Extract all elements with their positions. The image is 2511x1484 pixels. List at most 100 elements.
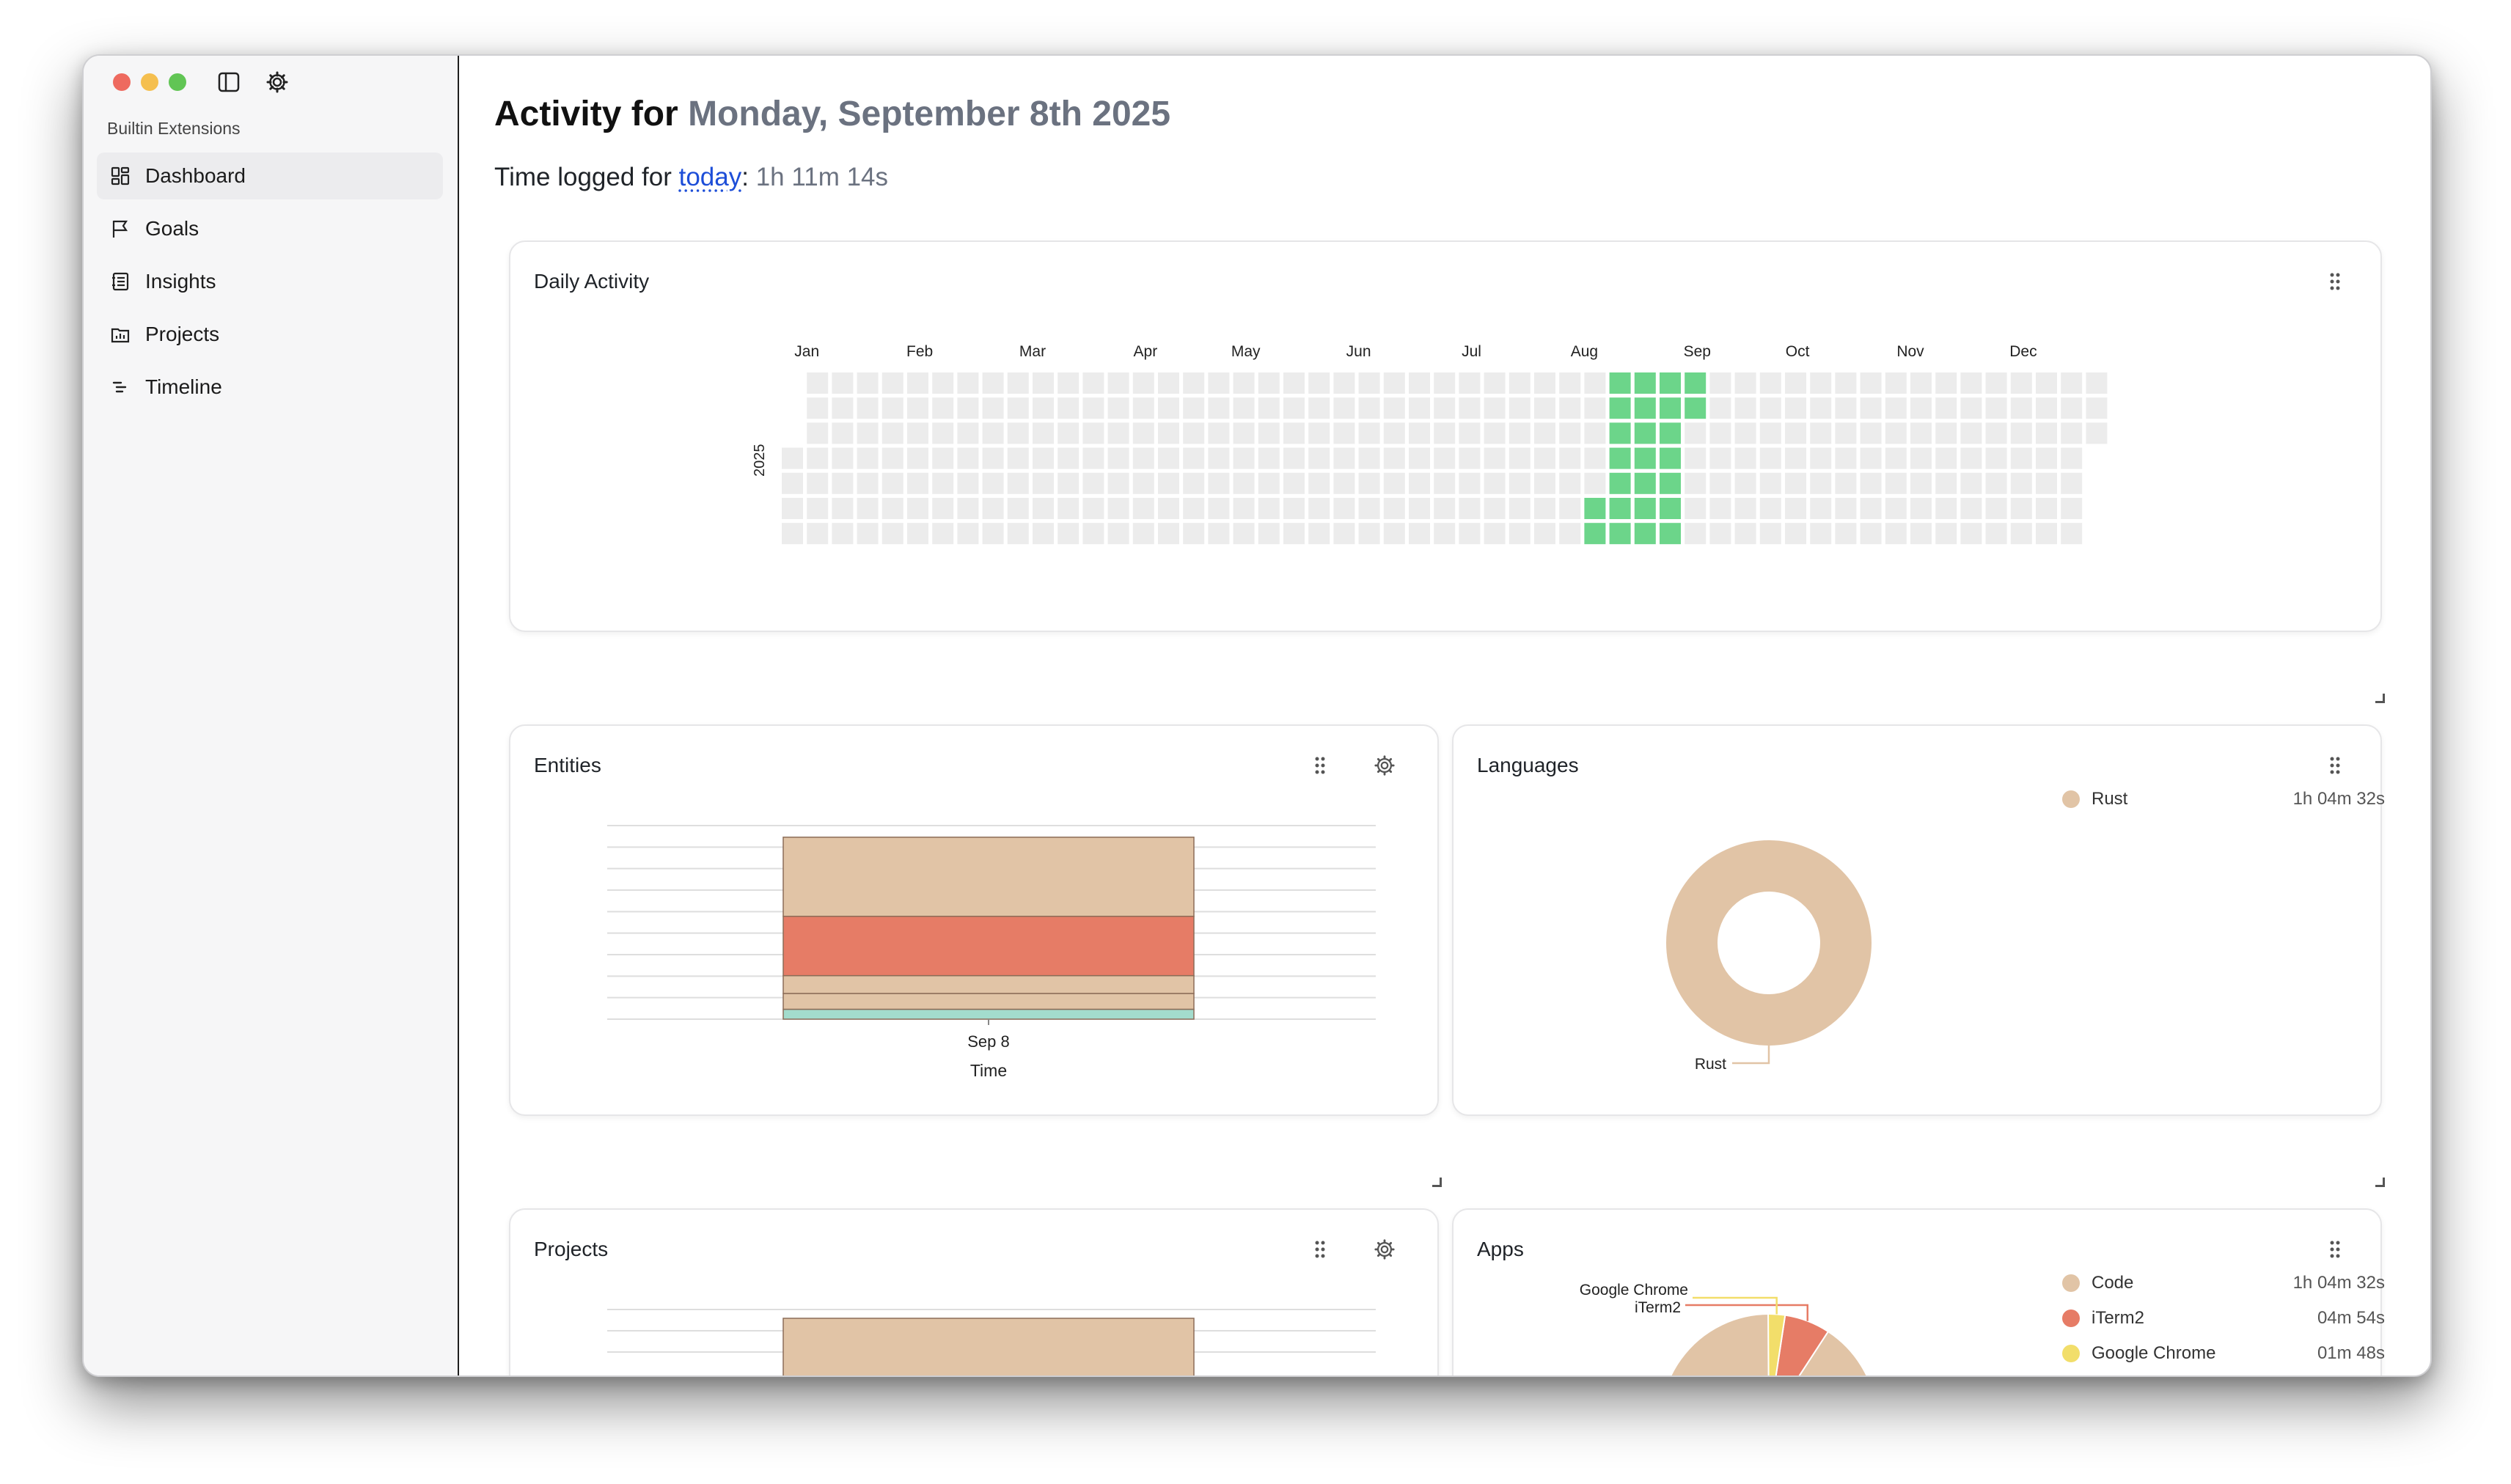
heatmap-month-label: Jan bbox=[794, 343, 819, 360]
heatmap-day-cell bbox=[1935, 422, 1957, 444]
heatmap-day-cell bbox=[1759, 422, 1781, 444]
heatmap-day-cell bbox=[1960, 422, 1982, 444]
sidebar-item-label: Timeline bbox=[145, 375, 222, 398]
heatmap-day-cell bbox=[1459, 372, 1481, 394]
settings-gear-icon[interactable] bbox=[263, 67, 292, 97]
heatmap-day-cell bbox=[832, 498, 854, 519]
resize-handle[interactable] bbox=[2375, 694, 2385, 703]
heatmap-day-cell bbox=[1308, 397, 1330, 419]
heatmap-day-cell bbox=[1960, 472, 1982, 494]
sidebar: Builtin Extensions Dashboard Goals Insig… bbox=[84, 56, 459, 1375]
heatmap-day-cell bbox=[857, 523, 879, 545]
slice-label: Rust bbox=[1695, 1056, 1726, 1073]
heatmap-day-cell bbox=[1383, 397, 1405, 419]
heatmap-day-cell bbox=[1660, 397, 1681, 419]
sidebar-item-projects[interactable]: Projects bbox=[97, 311, 443, 358]
heatmap-day-cell bbox=[1107, 523, 1129, 545]
sidebar-item-dashboard[interactable]: Dashboard bbox=[97, 153, 443, 199]
heatmap-day-cell bbox=[1283, 422, 1305, 444]
heatmap-day-cell bbox=[1258, 523, 1280, 545]
heatmap-day-cell bbox=[1308, 372, 1330, 394]
heatmap-day-cell bbox=[1660, 472, 1681, 494]
heatmap-day-cell bbox=[1333, 447, 1355, 469]
heatmap-day-cell bbox=[1383, 372, 1405, 394]
heatmap-day-cell bbox=[1734, 523, 1756, 545]
heatmap-day-cell bbox=[1434, 422, 1456, 444]
heatmap-day-cell bbox=[1509, 422, 1531, 444]
sidebar-toggle-icon[interactable] bbox=[214, 67, 243, 97]
minimize-window-button[interactable] bbox=[141, 73, 158, 91]
heatmap-day-cell bbox=[1233, 447, 1255, 469]
heatmap-day-cell bbox=[1057, 422, 1079, 444]
heatmap-day-cell bbox=[807, 447, 829, 469]
heatmap-day-cell bbox=[1509, 472, 1531, 494]
heatmap-day-cell bbox=[1584, 447, 1606, 469]
heatmap-day-cell bbox=[1183, 397, 1205, 419]
heatmap-day-cell bbox=[1283, 523, 1305, 545]
heatmap-day-cell bbox=[1082, 523, 1104, 545]
projects-card: Projects bbox=[509, 1208, 1439, 1375]
heatmap-day-cell bbox=[907, 498, 928, 519]
heatmap-day-cell bbox=[1785, 523, 1806, 545]
heatmap-day-cell bbox=[1785, 472, 1806, 494]
heatmap-day-cell bbox=[1358, 397, 1380, 419]
x-axis-label: Time bbox=[970, 1061, 1007, 1080]
heatmap-day-cell bbox=[1258, 498, 1280, 519]
heatmap-day-cell bbox=[1057, 523, 1079, 545]
heatmap-day-cell bbox=[1835, 523, 1857, 545]
heatmap-day-cell bbox=[1383, 447, 1405, 469]
heatmap-day-cell bbox=[1033, 397, 1054, 419]
heatmap-day-cell bbox=[982, 498, 1004, 519]
apps-card: Apps Code 1h 04m 32s iTerm2 04m 54s Goog… bbox=[1452, 1208, 2385, 1375]
heatmap-day-cell bbox=[1660, 523, 1681, 545]
sidebar-item-timeline[interactable]: Timeline bbox=[97, 364, 443, 411]
heatmap-day-cell bbox=[782, 498, 803, 519]
time-logged-label: Time logged for bbox=[494, 163, 672, 191]
heatmap-day-cell bbox=[857, 447, 879, 469]
heatmap-day-cell bbox=[1333, 472, 1355, 494]
heatmap-day-cell bbox=[1208, 397, 1230, 419]
heatmap-day-cell bbox=[1734, 372, 1756, 394]
heatmap-day-cell bbox=[1183, 498, 1205, 519]
bar-segment bbox=[782, 837, 1195, 917]
heatmap-day-cell bbox=[957, 372, 979, 394]
heatmap-day-cell bbox=[1810, 397, 1832, 419]
heatmap-day-cell bbox=[2010, 397, 2032, 419]
heatmap-day-cell bbox=[907, 447, 928, 469]
heatmap-day-cell bbox=[1634, 397, 1656, 419]
heatmap-day-cell bbox=[1107, 422, 1129, 444]
heatmap-day-cell bbox=[1660, 447, 1681, 469]
heatmap-day-cell bbox=[1308, 447, 1330, 469]
today-link[interactable]: today bbox=[679, 163, 742, 191]
heatmap-day-cell bbox=[1434, 372, 1456, 394]
heatmap-day-cell bbox=[1584, 372, 1606, 394]
heatmap-day-cell bbox=[907, 472, 928, 494]
maximize-window-button[interactable] bbox=[169, 73, 186, 91]
heatmap-day-cell bbox=[2061, 397, 2083, 419]
heatmap-day-cell bbox=[1860, 523, 1882, 545]
resize-handle[interactable] bbox=[2375, 1178, 2385, 1187]
heatmap-day-cell bbox=[1960, 397, 1982, 419]
heatmap-day-cell bbox=[1810, 372, 1832, 394]
heatmap-day-cell bbox=[957, 472, 979, 494]
heatmap-day-cell bbox=[807, 422, 829, 444]
heatmap-day-cell bbox=[1709, 372, 1731, 394]
heatmap-month-label: Mar bbox=[1019, 343, 1046, 360]
heatmap-day-cell bbox=[1082, 422, 1104, 444]
heatmap-day-cell bbox=[2061, 372, 2083, 394]
heatmap-day-cell bbox=[1333, 498, 1355, 519]
sidebar-item-goals[interactable]: Goals bbox=[97, 205, 443, 252]
flag-icon bbox=[112, 220, 128, 238]
heatmap-day-cell bbox=[1033, 498, 1054, 519]
heatmap-day-cell bbox=[1434, 523, 1456, 545]
close-window-button[interactable] bbox=[113, 73, 131, 91]
resize-handle[interactable] bbox=[1432, 1178, 1442, 1187]
sidebar-item-insights[interactable]: Insights bbox=[97, 258, 443, 305]
heatmap-day-cell bbox=[2036, 447, 2057, 469]
heatmap-day-cell bbox=[782, 472, 803, 494]
heatmap-day-cell bbox=[1208, 472, 1230, 494]
heatmap-day-cell bbox=[1082, 397, 1104, 419]
heatmap-day-cell bbox=[1534, 372, 1555, 394]
heatmap-day-cell bbox=[1459, 472, 1481, 494]
folder-chart-icon bbox=[111, 328, 130, 343]
